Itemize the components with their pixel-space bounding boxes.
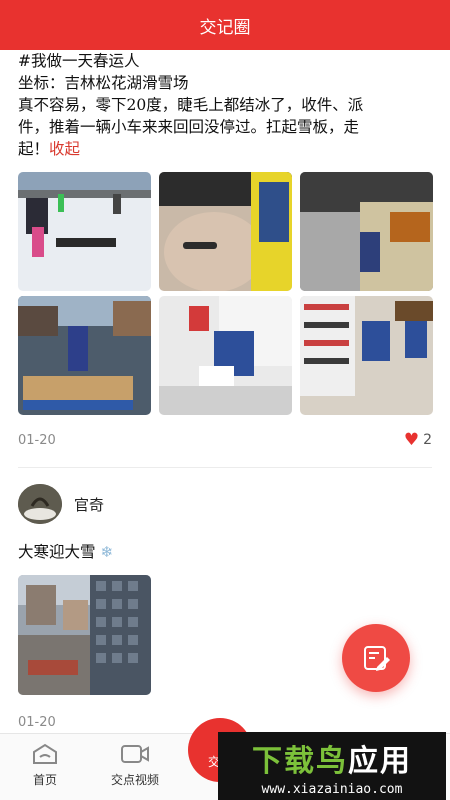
page-title: 交记圈 (199, 17, 251, 38)
video-icon (121, 745, 149, 763)
watermark-brand-green: 下载鸟 (252, 743, 348, 779)
post-text: #我做一天春运人 坐标：吉林松花湖滑雪场 真不容易，零下20度，睫毛上都结冰了，… (18, 50, 428, 160)
author-name[interactable]: 官奇 (74, 494, 104, 515)
post-text-line: 件，推着一辆小车来来回回没停过。扛起雪板，走 (18, 118, 360, 136)
post-author[interactable]: 官奇 (18, 484, 104, 524)
top-bar: 交记圈 (0, 0, 450, 50)
watermark-url: www.xiazainiao.com (261, 781, 403, 797)
tab-home[interactable]: 首页 (10, 742, 80, 788)
like-button[interactable]: ♥ 2 (403, 429, 432, 450)
photo-thumbnail[interactable] (18, 172, 151, 291)
photo-thumbnail[interactable] (18, 575, 151, 695)
watermark-brand: 下载鸟应用 (252, 736, 412, 780)
collapse-link[interactable]: 收起 (49, 140, 80, 158)
photo-thumbnail[interactable] (300, 172, 433, 291)
post-text-body: 大寒迎大雪 (18, 543, 96, 561)
post-meta: 01-20 ♥ 2 (18, 430, 432, 450)
heart-icon: ♥ (403, 429, 420, 450)
photo-thumbnail[interactable] (300, 296, 433, 415)
post-divider (18, 467, 432, 468)
watermark: 下载鸟应用 www.xiazainiao.com (218, 732, 446, 800)
post-text: 大寒迎大雪 ❄ (18, 540, 113, 562)
post-date: 01-20 (18, 714, 56, 730)
post-text-line: 真不容易，零下20度，睫毛上都结冰了，收件、派 (18, 96, 364, 114)
post-date: 01-20 (18, 432, 56, 448)
like-count: 2 (423, 432, 432, 448)
post-text-line: 坐标：吉林松花湖滑雪场 (18, 74, 189, 92)
edit-icon (364, 646, 390, 671)
compose-button[interactable] (342, 624, 410, 692)
post-text-end: 起！ (18, 140, 50, 158)
photo-thumbnail[interactable] (18, 296, 151, 415)
photo-thumbnail[interactable] (159, 172, 292, 291)
tab-video[interactable]: 交点视频 (100, 742, 170, 788)
post-text-last-line: 起！收起 (18, 138, 428, 160)
home-icon (33, 743, 57, 764)
tab-label: 首页 (32, 773, 57, 787)
tab-label: 交点视频 (110, 773, 159, 787)
avatar[interactable] (18, 484, 62, 524)
watermark-brand-white: 应用 (348, 743, 412, 779)
snowflake-icon: ❄ (100, 543, 114, 561)
post-text-line: #我做一天春运人 (18, 52, 140, 70)
photo-thumbnail[interactable] (159, 296, 292, 415)
photo-grid (18, 172, 433, 415)
